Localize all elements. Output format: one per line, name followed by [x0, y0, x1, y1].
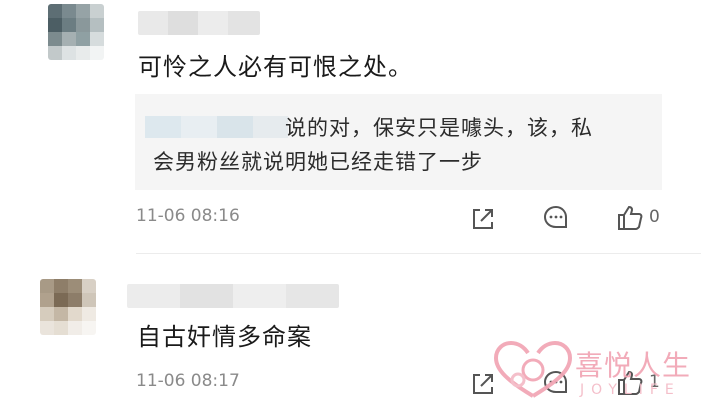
quoted-username [145, 116, 288, 138]
username[interactable] [127, 284, 339, 308]
username[interactable] [138, 11, 260, 35]
like-count: 0 [649, 207, 660, 227]
comment-time: 11-06 08:16 [136, 206, 240, 226]
watermark: 喜悦人生 JOYLIFE [488, 336, 701, 405]
avatar[interactable] [48, 4, 104, 60]
share-icon[interactable] [468, 204, 498, 234]
watermark-title: 喜悦人生 [575, 349, 692, 382]
avatar[interactable] [40, 279, 96, 335]
like-icon[interactable] [615, 203, 645, 233]
quoted-text-line-1: 说的对，保安只是噱头，该，私 [285, 116, 593, 140]
comment-icon[interactable] [541, 203, 571, 233]
logo-icon [493, 340, 573, 398]
quoted-text-line-2: 会男粉丝就说明她已经走错了一步 [153, 150, 483, 174]
watermark-subtitle: JOYLIFE [580, 382, 681, 398]
quoted-reply[interactable]: 说的对，保安只是噱头，该，私 会男粉丝就说明她已经走错了一步 [135, 94, 662, 190]
comment-text: 可怜之人必有可恨之处。 [138, 53, 413, 81]
comment-time: 11-06 08:17 [136, 371, 240, 391]
divider [136, 253, 701, 254]
comment-text: 自古奸情多命案 [137, 323, 312, 351]
